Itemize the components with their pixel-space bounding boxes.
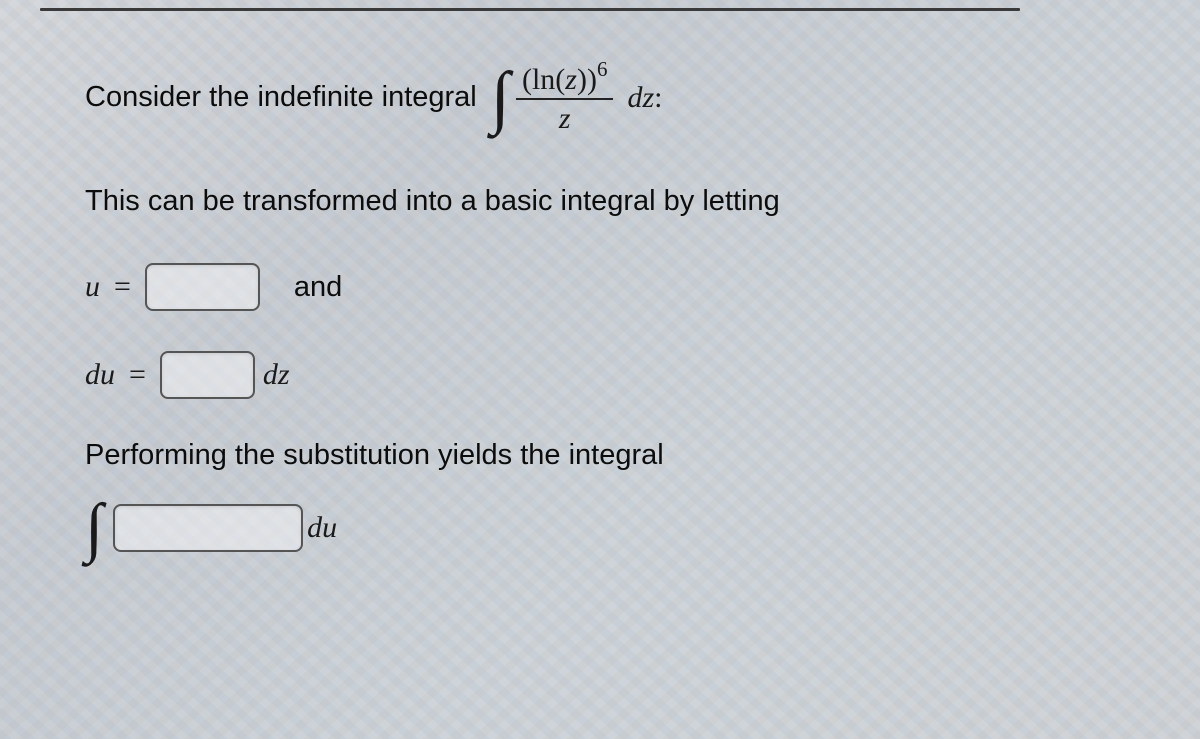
final-du: du — [307, 511, 337, 545]
fraction: (ln(z))6 z — [516, 60, 614, 135]
exponent: 6 — [597, 57, 608, 81]
and-text: and — [294, 271, 342, 304]
final-integral-row: ∫ du — [85, 502, 1115, 555]
substitution-text: Performing the substitution yields the i… — [85, 439, 1115, 472]
u-label: u — [85, 270, 100, 304]
intro-line: Consider the indefinite integral ∫ (ln(z… — [85, 60, 1115, 135]
equals-1: = — [114, 270, 131, 304]
du-answer-input[interactable] — [160, 351, 255, 399]
du-label: du — [85, 358, 115, 392]
integral-sign-icon-2: ∫ — [85, 502, 103, 555]
problem-content: Consider the indefinite integral ∫ (ln(z… — [0, 0, 1200, 585]
integral-expression: ∫ (ln(z))6 z — [491, 60, 614, 135]
lparen: ( — [522, 63, 532, 96]
transform-text: This can be transformed into a basic int… — [85, 185, 1115, 218]
dz-colon: dz: — [627, 81, 662, 115]
denominator: z — [559, 100, 571, 135]
u-input-row: u = and — [85, 263, 1115, 311]
numerator: (ln(z))6 — [516, 60, 614, 100]
equals-2: = — [129, 358, 146, 392]
dz-label: dz — [263, 358, 290, 392]
du-input-row: du = dz — [85, 351, 1115, 399]
integral-sign-icon: ∫ — [491, 70, 510, 126]
u-answer-input[interactable] — [145, 263, 260, 311]
integrand-answer-input[interactable] — [113, 504, 303, 552]
intro-text: Consider the indefinite integral — [85, 81, 477, 114]
